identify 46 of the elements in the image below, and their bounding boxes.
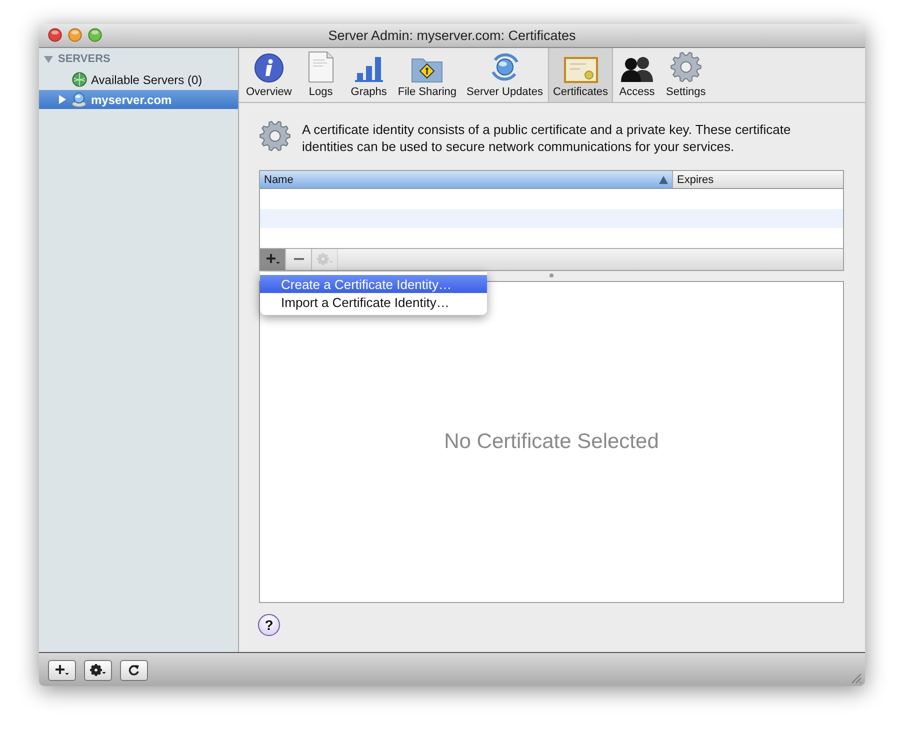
certificate-icon <box>564 57 598 83</box>
column-header[interactable]: Name <box>260 171 672 188</box>
refresh-button[interactable] <box>120 660 148 680</box>
toolbar-tab[interactable]: Server Updates <box>462 48 548 102</box>
action-menu-button[interactable] <box>84 660 112 680</box>
toolbar-tab[interactable]: Certificates <box>548 48 614 102</box>
server-globe-icon <box>71 92 87 108</box>
settings-icon <box>670 51 702 83</box>
description-text: A certificate identity consists of a public certificate and a private key. These certificate identities can be used to secure network communications for your services. <box>302 121 792 155</box>
sort-arrow-icon <box>659 176 668 184</box>
split-handle-icon[interactable] <box>549 273 554 278</box>
gear-menu-icon <box>316 253 332 265</box>
toolbar-tab[interactable]: Access <box>613 48 662 102</box>
empty-state-text: No Certificate Selected <box>444 430 659 454</box>
disclosure-triangle-icon[interactable] <box>59 95 67 104</box>
globe-icon <box>72 72 87 87</box>
gear-icon <box>259 120 291 152</box>
toolbar-tab[interactable]: Overview <box>241 48 297 102</box>
section-header: SERVERS <box>58 53 110 65</box>
sync-globe-icon <box>488 51 521 83</box>
menu-item[interactable]: Import a Certificate Identity… <box>260 293 487 311</box>
people-icon <box>620 55 654 83</box>
close-button[interactable] <box>48 28 62 42</box>
minimize-button[interactable] <box>68 28 82 42</box>
zoom-button[interactable] <box>88 28 102 42</box>
add-button[interactable] <box>48 660 76 680</box>
resize-grip-icon[interactable] <box>851 673 862 684</box>
add-menu-icon <box>266 253 280 265</box>
add-button[interactable] <box>260 248 286 270</box>
toolbar-tab[interactable]: Graphs <box>344 48 393 102</box>
toolbar-tab[interactable]: Settings <box>661 48 711 102</box>
toolbar-tab[interactable]: Logs <box>296 48 345 102</box>
info-icon <box>254 53 284 83</box>
help-button[interactable]: ? <box>258 614 280 636</box>
sidebar-item[interactable]: myserver.com <box>39 90 238 109</box>
minus-icon <box>294 257 304 261</box>
gear-menu-icon <box>90 664 106 676</box>
disclosure-triangle-icon[interactable] <box>44 54 53 64</box>
window-title: Server Admin: myserver.com: Certificates <box>328 28 576 43</box>
toolbar-tab[interactable]: File Sharing <box>392 48 462 102</box>
menu-item[interactable]: Create a Certificate Identity… <box>260 275 487 293</box>
sidebar-item[interactable]: Available Servers (0) <box>39 70 238 89</box>
column-header[interactable]: Expires <box>672 171 843 188</box>
add-menu-icon <box>55 664 69 676</box>
refresh-icon <box>128 664 140 676</box>
document-icon <box>308 51 334 83</box>
